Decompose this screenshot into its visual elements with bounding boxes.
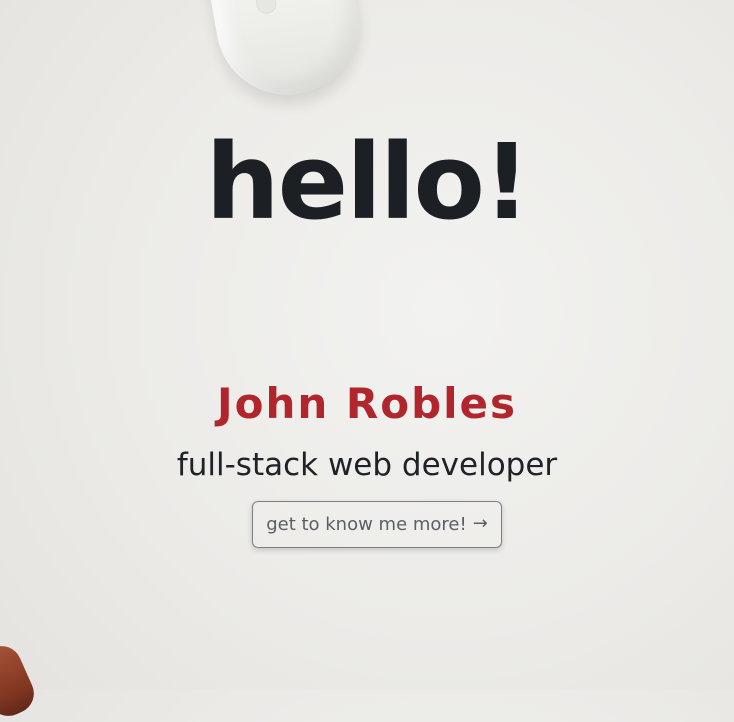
wood-corner-image [0,639,41,722]
hero-title: hello! [205,121,531,243]
cta-label: get to know me more! [266,514,467,535]
get-to-know-me-button[interactable]: get to know me more! → [252,501,502,548]
profile-role: full-stack web developer [176,447,558,483]
profile-name: John Robles [216,379,518,428]
computer-mouse-image [196,0,370,106]
arrow-right-icon: → [472,513,488,534]
mouse-button-detail [252,0,279,16]
